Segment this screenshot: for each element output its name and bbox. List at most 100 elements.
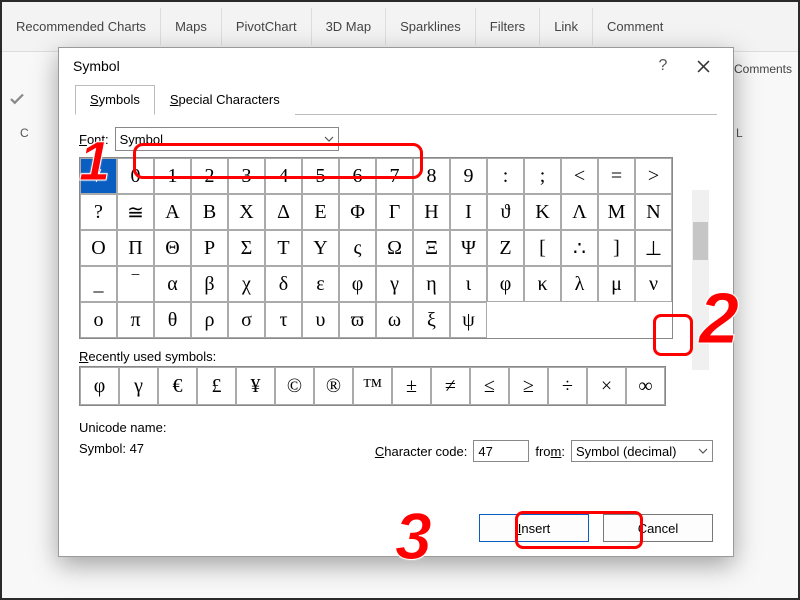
symbol-cell[interactable]: Σ xyxy=(228,230,265,266)
close-button[interactable] xyxy=(683,51,723,81)
symbol-cell[interactable]: < xyxy=(561,158,598,194)
symbol-cell[interactable]: _ xyxy=(80,266,117,302)
symbol-cell[interactable]: π xyxy=(117,302,154,338)
recent-symbol-cell[interactable]: ∞ xyxy=(626,367,665,405)
symbol-cell[interactable]: Φ xyxy=(339,194,376,230)
symbol-cell[interactable]: γ xyxy=(376,266,413,302)
symbol-cell[interactable]: ν xyxy=(635,266,672,302)
symbol-cell[interactable]: Ψ xyxy=(450,230,487,266)
column-header[interactable]: C xyxy=(20,126,29,140)
symbol-cell[interactable]: 4 xyxy=(265,158,302,194)
recent-symbol-cell[interactable]: × xyxy=(587,367,626,405)
cancel-button[interactable]: Cancel xyxy=(603,514,713,542)
symbol-cell[interactable]: ‾ xyxy=(117,266,154,302)
symbol-cell[interactable]: ⊥ xyxy=(635,230,672,266)
ribbon-group[interactable]: Comment xyxy=(603,4,667,49)
ribbon-group[interactable]: Sparklines xyxy=(396,4,465,49)
symbol-cell[interactable]: : xyxy=(487,158,524,194)
symbol-cell[interactable]: Ι xyxy=(450,194,487,230)
symbol-cell[interactable]: Δ xyxy=(265,194,302,230)
symbol-cell[interactable]: Ζ xyxy=(487,230,524,266)
symbol-cell[interactable]: Β xyxy=(191,194,228,230)
symbol-cell[interactable]: Ξ xyxy=(413,230,450,266)
symbol-cell[interactable]: Μ xyxy=(598,194,635,230)
symbol-cell[interactable]: η xyxy=(413,266,450,302)
font-combobox[interactable]: Symbol xyxy=(115,127,339,151)
recent-symbol-cell[interactable]: ± xyxy=(392,367,431,405)
recent-symbol-cell[interactable]: ™ xyxy=(353,367,392,405)
symbol-cell[interactable]: 3 xyxy=(228,158,265,194)
help-button[interactable]: ? xyxy=(643,51,683,81)
symbol-cell[interactable]: λ xyxy=(561,266,598,302)
recent-symbol-cell[interactable]: ≠ xyxy=(431,367,470,405)
symbol-cell[interactable]: Ρ xyxy=(191,230,228,266)
symbol-cell[interactable]: τ xyxy=(265,302,302,338)
symbol-cell[interactable]: ε xyxy=(302,266,339,302)
symbol-cell[interactable]: ϑ xyxy=(487,194,524,230)
tab-symbols[interactable]: Symbols xyxy=(75,85,155,115)
symbol-cell[interactable]: 8 xyxy=(413,158,450,194)
recent-symbol-cell[interactable]: © xyxy=(275,367,314,405)
symbol-cell[interactable]: Υ xyxy=(302,230,339,266)
symbol-cell[interactable]: Π xyxy=(117,230,154,266)
symbol-cell[interactable]: ς xyxy=(339,230,376,266)
symbol-cell[interactable]: ξ xyxy=(413,302,450,338)
symbol-cell[interactable]: Θ xyxy=(154,230,191,266)
symbol-cell[interactable]: σ xyxy=(228,302,265,338)
symbol-cell[interactable]: ψ xyxy=(450,302,487,338)
scrollbar-thumb[interactable] xyxy=(693,222,708,260)
symbol-cell[interactable]: 5 xyxy=(302,158,339,194)
column-header[interactable]: L xyxy=(736,126,743,140)
symbol-cell[interactable]: = xyxy=(598,158,635,194)
recent-symbol-cell[interactable]: € xyxy=(158,367,197,405)
symbol-cell[interactable]: ϖ xyxy=(339,302,376,338)
symbol-cell[interactable]: 6 xyxy=(339,158,376,194)
symbol-cell[interactable]: Η xyxy=(413,194,450,230)
symbol-cell[interactable]: μ xyxy=(598,266,635,302)
symbol-cell[interactable]: 9 xyxy=(450,158,487,194)
symbol-cell[interactable]: ρ xyxy=(191,302,228,338)
symbol-cell[interactable]: Λ xyxy=(561,194,598,230)
symbol-cell[interactable]: φ xyxy=(487,266,524,302)
tab-special-characters[interactable]: Special Characters xyxy=(155,85,295,115)
ribbon-group[interactable]: Maps xyxy=(171,4,211,49)
symbol-cell[interactable]: υ xyxy=(302,302,339,338)
symbol-cell[interactable]: κ xyxy=(524,266,561,302)
symbol-cell[interactable]: Κ xyxy=(524,194,561,230)
symbol-cell[interactable]: ] xyxy=(598,230,635,266)
ribbon-group[interactable]: 3D Map xyxy=(322,4,376,49)
recent-symbol-cell[interactable]: ÷ xyxy=(548,367,587,405)
recent-symbol-cell[interactable]: ® xyxy=(314,367,353,405)
symbol-cell[interactable]: Τ xyxy=(265,230,302,266)
recent-symbol-cell[interactable]: ≤ xyxy=(470,367,509,405)
recent-symbol-cell[interactable]: φ xyxy=(80,367,119,405)
symbol-cell[interactable]: Ν xyxy=(635,194,672,230)
symbol-cell[interactable]: 0 xyxy=(117,158,154,194)
recent-symbol-cell[interactable]: γ xyxy=(119,367,158,405)
symbol-cell[interactable]: Α xyxy=(154,194,191,230)
symbol-cell[interactable]: Χ xyxy=(228,194,265,230)
comments-button[interactable]: Comments xyxy=(734,62,792,76)
symbol-cell[interactable]: ? xyxy=(80,194,117,230)
from-combobox[interactable]: Symbol (decimal) xyxy=(571,440,713,462)
symbol-cell[interactable]: Ε xyxy=(302,194,339,230)
symbol-cell[interactable]: Ω xyxy=(376,230,413,266)
ribbon-group[interactable]: Link xyxy=(550,4,582,49)
recent-symbol-cell[interactable]: ¥ xyxy=(236,367,275,405)
symbol-cell[interactable]: 7 xyxy=(376,158,413,194)
symbol-cell[interactable]: ≅ xyxy=(117,194,154,230)
recent-symbol-cell[interactable]: £ xyxy=(197,367,236,405)
symbol-cell[interactable]: ω xyxy=(376,302,413,338)
symbol-cell[interactable]: Γ xyxy=(376,194,413,230)
symbol-cell[interactable]: 2 xyxy=(191,158,228,194)
recent-symbol-cell[interactable]: ≥ xyxy=(509,367,548,405)
symbol-cell[interactable]: 1 xyxy=(154,158,191,194)
symbol-cell[interactable]: ; xyxy=(524,158,561,194)
symbol-cell[interactable]: [ xyxy=(524,230,561,266)
symbol-cell[interactable]: Ο xyxy=(80,230,117,266)
symbol-cell[interactable]: α xyxy=(154,266,191,302)
symbol-cell[interactable]: ο xyxy=(80,302,117,338)
symbol-cell[interactable]: ι xyxy=(450,266,487,302)
symbol-cell[interactable]: φ xyxy=(339,266,376,302)
ribbon-group[interactable]: Filters xyxy=(486,4,529,49)
